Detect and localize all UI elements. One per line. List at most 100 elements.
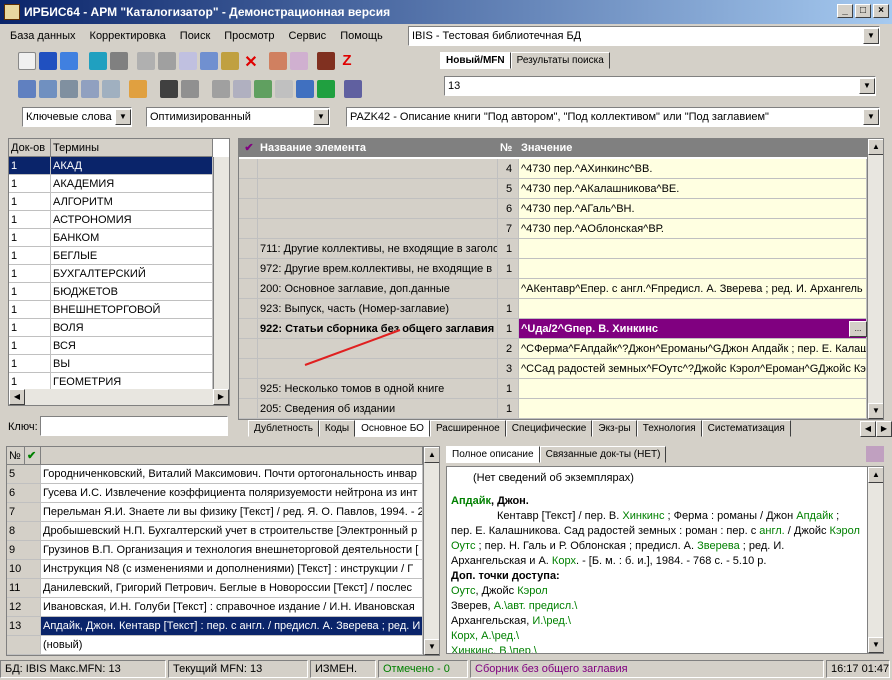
term-row[interactable]: 1 БУХГАЛТЕРСКИЙ — [9, 265, 213, 283]
delete-icon[interactable]: ✕ — [242, 52, 260, 71]
menu-search[interactable]: Поиск — [178, 30, 212, 42]
import-icon[interactable] — [290, 52, 308, 70]
record-row[interactable]: 12 Ивановская, И.Н. Голуби [Текст] : спра… — [7, 598, 423, 617]
tab-editor-1[interactable]: Коды — [318, 420, 356, 437]
scroll-up-icon[interactable]: ▲ — [868, 139, 883, 155]
close-button[interactable]: × — [873, 4, 889, 18]
record-row[interactable]: 11 Данилевский, Григорий Петрович. Беглые… — [7, 579, 423, 598]
term-row[interactable]: 1 ВНЕШНЕТОРГОВОЙ — [9, 301, 213, 319]
element-value[interactable]: ^4730 пер.^AХинкинс^BВ. — [519, 159, 867, 179]
check-icon[interactable]: ✔ — [239, 139, 258, 157]
scroll-left-icon[interactable]: ◀ — [9, 389, 25, 405]
terms-hscrollbar[interactable]: ◀ ▶ — [9, 389, 229, 405]
mail-icon[interactable] — [60, 80, 78, 98]
print-icon[interactable] — [212, 80, 230, 98]
folder-icon[interactable] — [129, 80, 147, 98]
undo-icon[interactable] — [60, 52, 78, 70]
tab-editor-6[interactable]: Технология — [636, 420, 702, 437]
forward-icon[interactable] — [110, 52, 128, 70]
record-row[interactable]: 10 Инструкция N8 (с изменениями и дополне… — [7, 560, 423, 579]
print-list-icon[interactable] — [233, 80, 251, 98]
export-icon[interactable] — [269, 52, 287, 70]
scroll-up-icon[interactable]: ▲ — [868, 467, 883, 483]
record-row[interactable]: 8 Дробышевский Н.П. Бухгалтерский учет в … — [7, 522, 423, 541]
worksheet-select[interactable]: PAZK42 - Описание книги "Под автором", "… — [346, 107, 880, 127]
tab-right-icon[interactable]: ▶ — [876, 421, 892, 437]
tab-editor-0[interactable]: Дублетность — [248, 420, 319, 437]
folder-gray-icon[interactable] — [181, 80, 199, 98]
ellipsis-button[interactable]: ... — [849, 321, 867, 337]
tab-editor-7[interactable]: Систематизация — [701, 420, 791, 437]
term-row[interactable]: 1 БЮДЖЕТОВ — [9, 283, 213, 301]
element-value[interactable] — [519, 259, 867, 279]
editor-row[interactable]: 6 ^4730 пер.^AГаль^BН. — [239, 199, 867, 219]
term-row[interactable]: 1 ВОЛЯ — [9, 319, 213, 337]
menu-edit[interactable]: Корректировка — [88, 30, 168, 42]
element-value[interactable] — [519, 299, 867, 319]
report-icon[interactable] — [254, 80, 272, 98]
author-link[interactable]: Апдайк — [451, 495, 491, 507]
editor-row[interactable]: 711: Другие коллективы, не входящие в за… — [239, 239, 867, 259]
editor-scrollbar[interactable]: ▲ ▼ — [867, 139, 883, 419]
tab-full-description[interactable]: Полное описание — [446, 446, 540, 463]
new-icon[interactable] — [18, 52, 36, 70]
find-icon[interactable] — [81, 80, 99, 98]
tab-editor-2[interactable]: Основное БО — [355, 420, 430, 437]
editor-row[interactable]: 205: Сведения об издании 1 — [239, 399, 867, 419]
view-icon[interactable] — [160, 80, 178, 98]
editor-row[interactable]: 972: Другие врем.коллективы, не входящие… — [239, 259, 867, 279]
tab-editor-5[interactable]: Экз-ры — [592, 420, 637, 437]
search-icon[interactable] — [18, 80, 36, 98]
save-icon[interactable] — [39, 52, 57, 70]
record-row[interactable]: 13 Апдайк, Джон. Кентавр [Текст] : пер. с… — [7, 617, 423, 636]
record-row[interactable]: (новый) — [7, 636, 423, 655]
scroll-up-icon[interactable]: ▲ — [424, 447, 439, 463]
scroll-down-icon[interactable]: ▼ — [424, 639, 439, 655]
menu-help[interactable]: Помощь — [338, 30, 385, 42]
term-row[interactable]: 1 БЕГЛЫЕ — [9, 247, 213, 265]
filter-icon[interactable] — [39, 80, 57, 98]
record-row[interactable]: 7 Перельман Я.И. Знаете ли вы физику [Тек… — [7, 503, 423, 522]
menu-view[interactable]: Просмотр — [222, 30, 276, 42]
word-icon[interactable] — [296, 80, 314, 98]
duplicate-icon[interactable] — [179, 52, 197, 70]
element-value[interactable]: ^Uда/2^Gпер. В. Хинкинс — [519, 319, 867, 339]
term-row[interactable]: 1 АКАД — [9, 157, 213, 175]
tab-editor-4[interactable]: Специфические — [505, 420, 593, 437]
maximize-button[interactable]: □ — [855, 4, 871, 18]
editor-row[interactable]: 923: Выпуск, часть (Номер-заглавие) 1 — [239, 299, 867, 319]
z-icon[interactable]: Z — [338, 52, 356, 70]
mfn-select[interactable]: 13 ▼ — [444, 76, 876, 96]
printer-icon[interactable] — [866, 446, 884, 462]
copy-icon[interactable] — [137, 52, 155, 70]
record-row[interactable]: 9 Грузинов В.П. Организация и технология … — [7, 541, 423, 560]
tab-editor-3[interactable]: Расширенное — [429, 420, 506, 437]
record-row[interactable]: 5 Городниченковский, Виталий Максимович. … — [7, 465, 423, 484]
scroll-down-icon[interactable]: ▼ — [868, 403, 883, 419]
term-row[interactable]: 1 ВЫ — [9, 355, 213, 373]
term-row[interactable]: 1 ВСЯ — [9, 337, 213, 355]
list-icon[interactable] — [200, 52, 218, 70]
element-value[interactable]: ^AКентавр^Eпер. с англ.^Fпредисл. А. Зве… — [519, 279, 867, 299]
check-icon[interactable]: ✔ — [25, 447, 41, 465]
element-value[interactable]: ^4730 пер.^AКалашникова^BЕ. — [519, 179, 867, 199]
element-value[interactable] — [519, 399, 867, 419]
key-input[interactable] — [40, 416, 228, 436]
records-scrollbar[interactable]: ▲ ▼ — [423, 447, 439, 655]
excel-icon[interactable] — [317, 80, 335, 98]
editor-row[interactable]: 200: Основное заглавие, доп.данные ^AКент… — [239, 279, 867, 299]
minimize-button[interactable]: _ — [837, 4, 853, 18]
term-row[interactable]: 1 АКАДЕМИЯ — [9, 175, 213, 193]
search-option-select[interactable]: Оптимизированный ▼ — [146, 107, 330, 127]
element-value[interactable]: ^CСад радостей земных^FОутс^?Джойс Кэрол… — [519, 359, 867, 379]
tab-search-results[interactable]: Результаты поиска — [510, 52, 610, 69]
element-value[interactable]: ^4730 пер.^AГаль^BН. — [519, 199, 867, 219]
editor-row[interactable]: 925: Несколько томов в одной книге 1 — [239, 379, 867, 399]
editor-row[interactable]: 7 ^4730 пер.^AОблонская^BР. — [239, 219, 867, 239]
terms-scrollbar[interactable] — [213, 157, 229, 389]
scope-icon[interactable] — [102, 80, 120, 98]
tab-left-icon[interactable]: ◀ — [860, 421, 876, 437]
scroll-right-icon[interactable]: ▶ — [213, 389, 229, 405]
col-terms-header[interactable]: Термины — [51, 139, 213, 157]
menu-service[interactable]: Сервис — [287, 30, 329, 42]
